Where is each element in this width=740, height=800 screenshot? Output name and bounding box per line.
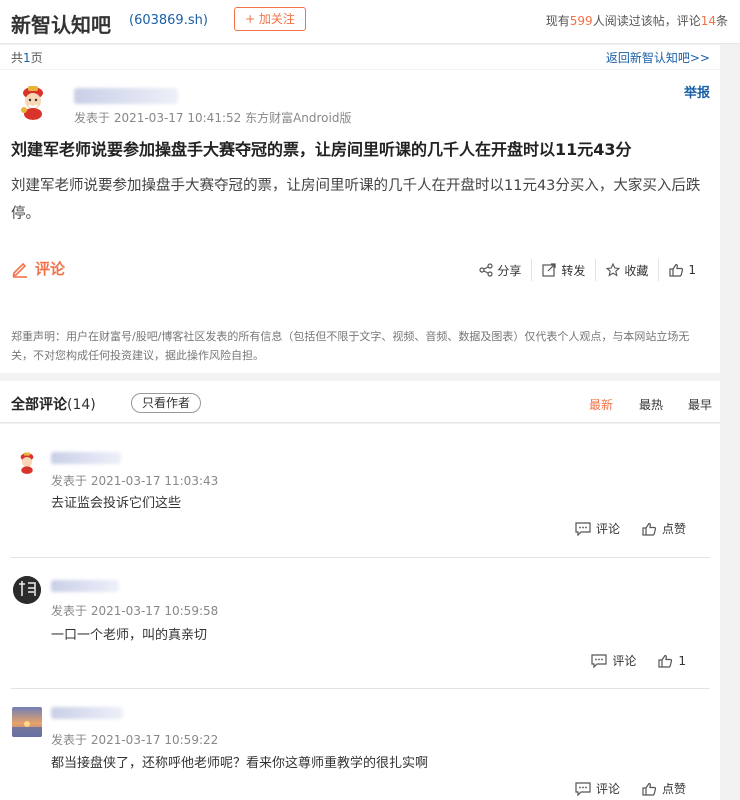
comment-text: 一口一个老师，叫的真亲切 (51, 628, 208, 643)
post-title: 刘建军老师说要参加操盘手大赛夺冠的票，让房间里听课的几千人在开盘时以11元43分 (11, 140, 632, 159)
forward-label: 转发 (561, 263, 586, 278)
thumbs-up-icon (642, 522, 657, 536)
read-stats: 现有599人阅读过该帖，评论14条 (546, 12, 728, 29)
tab-all-comments[interactable]: 全部评论(14) (11, 394, 96, 414)
comment-text: 去证监会投诉它们这些 (51, 496, 182, 511)
commenter-name-blurred[interactable] (51, 452, 121, 464)
reply-label: 评论 (612, 654, 637, 668)
pages-suffix: 页 (30, 51, 43, 65)
disclaimer: 郑重声明：用户在财富号/股吧/博客社区发表的所有信息（包括但不限于文字、视频、音… (11, 330, 690, 362)
pager: 共1页 返回新智认知吧>> (0, 45, 720, 69)
all-comments-count: (14) (67, 397, 96, 413)
sort-latest[interactable]: 最新 (589, 396, 613, 413)
reply-button[interactable]: 评论 (575, 520, 620, 537)
comment-actions: 评论 点赞 (553, 780, 686, 797)
sort-hottest[interactable]: 最热 (639, 396, 663, 413)
comment-like-button[interactable]: 点赞 (642, 780, 686, 797)
author-only-button[interactable]: 只看作者 (131, 393, 201, 413)
stats-suffix: 条 (715, 14, 728, 28)
commenter-avatar[interactable] (13, 576, 41, 604)
page: 新智认知吧 (603869.sh) + 加关注 现有599人阅读过该帖，评论14… (0, 0, 740, 800)
comment-icon (591, 653, 607, 668)
stats-prefix: 现有 (545, 14, 570, 28)
share-button[interactable]: 分享 (469, 259, 531, 281)
commenter-name-blurred[interactable] (51, 580, 119, 592)
comment-item: 发表于 2021-03-17 10:59:58 一口一个老师，叫的真亲切 评论 … (11, 558, 710, 689)
thumbs-up-icon (658, 654, 673, 668)
comment-item: 发表于 2021-03-17 10:59:22 都当接盘侠了，还称呼他老师呢？看… (11, 689, 710, 800)
comments-header: 全部评论(14) 只看作者 最新 最热 最早 (0, 381, 720, 423)
reply-label: 评论 (595, 522, 620, 536)
comment-like-label: 点赞 (661, 782, 686, 796)
back-to-bar-link[interactable]: 返回新智认知吧>> (606, 49, 710, 66)
comments-list: 发表于 2021-03-17 11:03:43 去证监会投诉它们这些 评论 点赞 (0, 424, 720, 800)
follow-button[interactable]: + 加关注 (234, 7, 306, 31)
page-count: 共1页 (11, 49, 43, 66)
sort-earliest[interactable]: 最早 (688, 396, 712, 413)
comment-like-button[interactable]: 点赞 (642, 520, 686, 537)
post-actions: 分享 转发 收藏 1 (469, 259, 706, 281)
comment-meta: 发表于 2021-03-17 10:59:22 (51, 733, 219, 747)
commenter-name-blurred[interactable] (51, 707, 123, 719)
author-name-blurred[interactable] (74, 88, 178, 104)
comment-like-label: 1 (678, 653, 686, 668)
all-comments-label: 全部评论 (11, 397, 67, 413)
mascot-icon (15, 450, 39, 474)
top-bar: 新智认知吧 (603869.sh) + 加关注 现有599人阅读过该帖，评论14… (0, 0, 740, 44)
pencil-icon (12, 262, 27, 278)
thumbs-up-icon (669, 263, 684, 277)
stats-middle: 人阅读过该帖，评论 (592, 14, 701, 28)
like-count: 1 (688, 263, 696, 277)
author-avatar[interactable] (14, 82, 52, 120)
forward-icon (542, 263, 556, 277)
comment-meta: 发表于 2021-03-17 11:03:43 (51, 474, 219, 488)
favorite-label: 收藏 (624, 263, 649, 278)
comment-icon (575, 521, 591, 536)
pages-prefix: 共 (11, 51, 24, 65)
comment-like-button[interactable]: 1 (658, 652, 686, 669)
post-body: 刘建军老师说要参加操盘手大赛夺冠的票，让房间里听课的几千人在开盘时以11元43分… (11, 178, 701, 222)
calligraphy-avatar-icon (13, 576, 41, 604)
comment-icon (575, 781, 591, 796)
reply-button[interactable]: 评论 (591, 652, 636, 669)
forward-button[interactable]: 转发 (531, 259, 595, 281)
reply-button[interactable]: 评论 (575, 780, 620, 797)
post-card: 发表于 2021-03-17 10:41:52 东方财富Android版 举报 … (0, 70, 720, 373)
comment-text: 都当接盘侠了，还称呼他老师呢？看来你这尊师重教学的很扎实啊 (51, 756, 429, 771)
mascot-icon (14, 82, 52, 120)
like-button[interactable]: 1 (658, 259, 706, 281)
stock-code-link[interactable]: (603869.sh) (129, 13, 208, 28)
report-link[interactable]: 举报 (684, 82, 710, 101)
reply-label: 评论 (595, 782, 620, 796)
post-meta: 发表于 2021-03-17 10:41:52 东方财富Android版 (74, 111, 352, 125)
comment-actions: 评论 点赞 (553, 520, 686, 537)
comments-count: 14 (700, 14, 716, 28)
pages-total: 1 (23, 51, 31, 65)
bar-title[interactable]: 新智认知吧 (11, 9, 111, 38)
comment-item: 发表于 2021-03-17 11:03:43 去证监会投诉它们这些 评论 点赞 (11, 436, 710, 558)
comment-meta: 发表于 2021-03-17 10:59:58 (51, 604, 219, 618)
favorite-button[interactable]: 收藏 (595, 259, 658, 281)
share-label: 分享 (497, 263, 522, 278)
share-icon (479, 263, 493, 277)
star-icon (606, 263, 621, 277)
commenter-avatar[interactable] (15, 450, 39, 474)
sunset-photo-icon (12, 707, 42, 737)
comment-actions: 评论 1 (569, 652, 686, 669)
readers-count: 599 (569, 14, 593, 28)
comment-button[interactable]: 评论 (11, 258, 65, 279)
commenter-avatar[interactable] (12, 707, 42, 737)
comment-like-label: 点赞 (661, 522, 686, 536)
thumbs-up-icon (642, 782, 657, 796)
comment-button-label: 评论 (35, 260, 66, 278)
